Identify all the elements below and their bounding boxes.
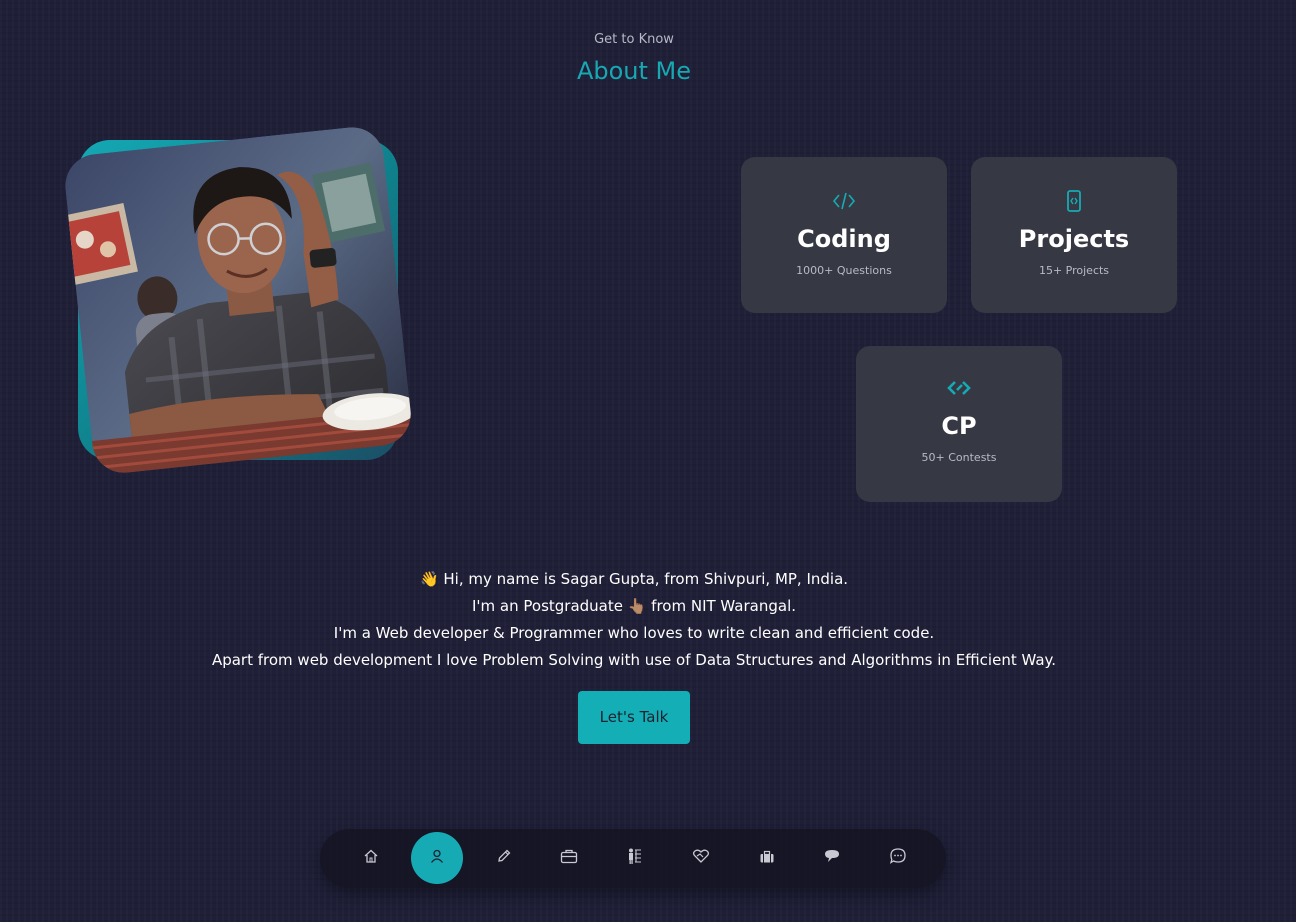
user-icon	[429, 848, 445, 868]
coding-card: Coding 1000+ Questions	[741, 157, 947, 313]
pencil-icon	[496, 848, 512, 868]
bio-line: Apart from web development I love Proble…	[211, 651, 1057, 669]
competitive-programming-icon	[856, 376, 1062, 400]
card-subtitle: 1000+ Questions	[796, 264, 892, 277]
case-icon	[759, 849, 775, 868]
briefcase-icon	[560, 848, 578, 868]
bottom-nav	[320, 829, 946, 888]
nav-services[interactable]	[675, 832, 727, 884]
bio-line: I'm a Web developer & Programmer who lov…	[333, 624, 935, 642]
bio-text: 👋 Hi, my name is Sagar Gupta, from Shivp…	[0, 566, 1268, 674]
chat-icon	[889, 847, 907, 869]
projects-card: Projects 15+ Projects	[971, 157, 1177, 313]
profile-photo	[62, 124, 414, 476]
nav-home[interactable]	[345, 832, 397, 884]
card-title: Coding	[797, 225, 891, 253]
nav-about[interactable]	[411, 832, 463, 884]
card-subtitle: 50+ Contests	[921, 451, 997, 464]
section-title: About Me	[576, 57, 692, 85]
nav-testimonials[interactable]	[806, 832, 858, 884]
nav-skills[interactable]	[478, 832, 530, 884]
profile-photo-frame	[62, 124, 414, 476]
nav-contact[interactable]	[872, 832, 924, 884]
graduation-icon	[626, 847, 644, 869]
code-icon	[741, 189, 947, 213]
nav-experience[interactable]	[543, 832, 595, 884]
lets-talk-button[interactable]: Let's Talk	[578, 691, 690, 744]
section-eyebrow: Get to Know	[594, 32, 674, 47]
card-title: Projects	[1018, 225, 1130, 253]
cp-card: CP 50+ Contests	[856, 346, 1062, 502]
nav-portfolio[interactable]	[741, 832, 793, 884]
card-title: CP	[941, 412, 977, 440]
mobile-code-icon	[971, 189, 1177, 213]
home-icon	[363, 848, 379, 868]
nav-education[interactable]	[609, 832, 661, 884]
handshake-heart-icon	[692, 848, 710, 868]
card-subtitle: 15+ Projects	[1038, 264, 1110, 277]
bio-line: I'm an Postgraduate 👆🏽 from NIT Warangal…	[471, 597, 797, 615]
bio-line: 👋 Hi, my name is Sagar Gupta, from Shivp…	[419, 570, 849, 588]
speech-bubble-icon	[823, 848, 841, 868]
